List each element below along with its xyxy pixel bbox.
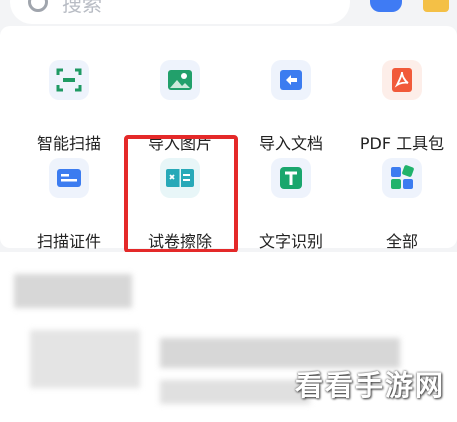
pdf-icon [382,60,422,100]
tool-scan-id[interactable]: 扫描证件 [13,146,125,251]
tool-all[interactable]: 全部 [346,146,457,251]
tool-label: 全部 [385,232,418,251]
tool-import-document[interactable]: 导入文档 [235,48,347,153]
tools-panel: 智能扫描 导入图片 导入文档 PDF 工具包 扫描证件 试卷擦除 文字识别 全部 [0,26,457,251]
image-icon [160,60,200,100]
blurred-thumbnail [30,330,140,388]
text-recognition-icon [271,158,311,198]
watermark: 看看手游网 [294,369,445,402]
exam-erase-icon [160,158,200,198]
tool-import-image[interactable]: 导入图片 [124,48,236,153]
folder-icon[interactable] [423,0,449,12]
tool-label: 扫描证件 [36,232,101,251]
tool-smart-scan[interactable]: 智能扫描 [13,48,125,153]
top-bar: 搜索 [0,0,457,26]
scan-icon [49,60,89,100]
tool-pdf-toolkit[interactable]: PDF 工具包 [346,48,457,153]
blurred-line [160,380,310,404]
search-icon [28,0,48,12]
all-apps-icon [382,158,422,198]
search-placeholder: 搜索 [62,0,102,16]
import-doc-icon [271,60,311,100]
tool-label: 试卷擦除 [147,232,212,251]
tool-exam-erase[interactable]: 试卷擦除 [124,146,236,251]
id-card-icon [49,158,89,198]
search-bar[interactable]: 搜索 [10,0,350,24]
tool-text-recognition[interactable]: 文字识别 [235,146,347,251]
blue-app-icon[interactable] [370,0,402,12]
tool-label: 文字识别 [258,232,323,251]
blurred-title [14,274,132,308]
